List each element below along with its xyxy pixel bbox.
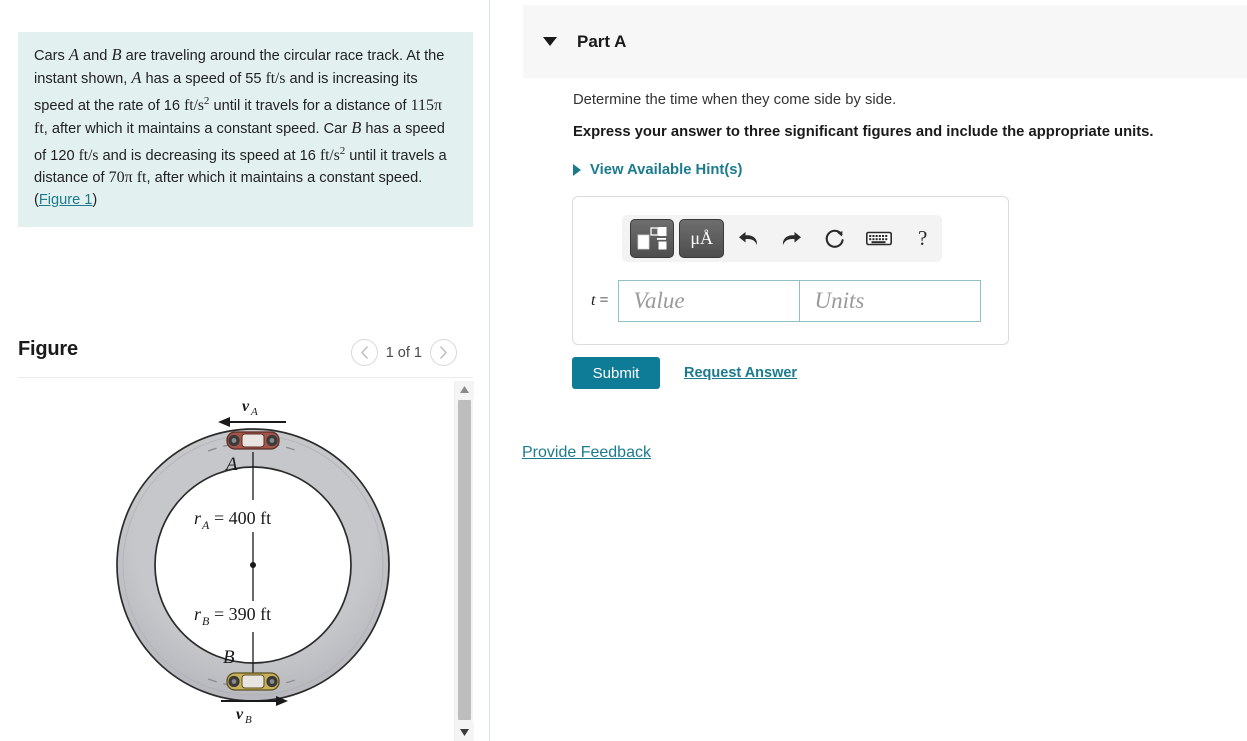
triangle-down-icon[interactable] — [543, 37, 557, 46]
figure-scrollbar-thumb[interactable] — [458, 400, 471, 720]
redo-arrow-glyph — [783, 231, 802, 245]
triangle-right-icon — [573, 164, 581, 176]
figure-link-close: ) — [92, 191, 98, 208]
reset-icon[interactable] — [816, 219, 855, 258]
car-a-glyph — [226, 431, 280, 450]
keyboard-icon[interactable] — [860, 219, 899, 258]
right-column: Part A Determine the time when they come… — [490, 0, 1247, 741]
velocity-b-label: v — [236, 706, 244, 723]
figure-next-button[interactable] — [430, 339, 457, 366]
velocity-a-label: v — [242, 398, 250, 415]
problem-text-segment: , after which it maintains a constant sp… — [43, 120, 352, 137]
figure-scrollbar[interactable] — [454, 381, 474, 741]
figure-pager: 1 of 1 — [350, 339, 457, 366]
problem-text-segment: and is decreasing its speed at 16 — [98, 147, 320, 164]
answer-toolbar: μÅ ? — [622, 215, 942, 262]
reset-circular-arrow-glyph — [826, 229, 845, 248]
figure-scroll-up-button[interactable] — [455, 381, 474, 398]
scroll-down-arrow-icon — [460, 729, 469, 736]
undo-icon[interactable] — [729, 219, 768, 258]
figure-prev-button[interactable] — [350, 339, 378, 366]
chevron-right-icon — [440, 346, 447, 359]
provide-feedback-link[interactable]: Provide Feedback — [522, 444, 651, 462]
radius-b-label: r — [194, 604, 202, 624]
problem-text-segment: ft/s — [319, 146, 340, 164]
figure-viewport: v A A r A = 400 ft r B = 390 ft B v B — [18, 380, 454, 741]
radius-b-value: = 390 ft — [214, 604, 271, 624]
radius-a-value: = 400 ft — [214, 508, 271, 528]
race-track-diagram: v A A r A = 400 ft r B = 390 ft B v B — [116, 398, 390, 726]
radius-a-label: r — [194, 508, 202, 528]
svg-text:B: B — [245, 714, 252, 726]
template-formula-icon[interactable] — [630, 219, 675, 258]
units-micro-angstrom-icon[interactable]: μÅ — [679, 219, 724, 258]
units-button-label: μÅ — [690, 228, 714, 248]
figure-pager-label: 1 of 1 — [385, 344, 422, 361]
problem-statement-box: Cars A and B are traveling around the ci… — [18, 32, 473, 227]
problem-text-segment: and — [78, 48, 112, 64]
answer-input-row: t = — [591, 280, 982, 322]
problem-text-segment: B — [351, 117, 362, 137]
left-column: Cars A and B are traveling around the ci… — [0, 0, 489, 741]
figure-scroll-down-button[interactable] — [455, 724, 474, 741]
view-hints-label: View Available Hint(s) — [590, 162, 743, 178]
template-formula-glyph — [637, 227, 667, 250]
svg-text:B: B — [202, 614, 210, 628]
undo-arrow-glyph — [738, 231, 757, 245]
part-a-header[interactable]: Part A — [523, 5, 1247, 78]
submit-button[interactable]: Submit — [572, 357, 660, 389]
help-icon[interactable]: ? — [903, 219, 942, 258]
problem-statement-text: Cars A and B are traveling around the ci… — [34, 44, 457, 211]
view-hints-link[interactable]: View Available Hint(s) — [573, 162, 742, 178]
problem-text-segment: B — [111, 45, 122, 64]
problem-text-segment: until it travels for a distance of — [209, 97, 411, 114]
problem-text-segment: has a speed of 55 — [141, 71, 266, 87]
chevron-left-icon — [360, 346, 368, 359]
problem-text-segment: ft/s — [78, 146, 99, 164]
scroll-up-arrow-icon — [460, 386, 469, 393]
redo-icon[interactable] — [773, 219, 812, 258]
answer-units-input[interactable] — [799, 280, 982, 322]
figure-1-link[interactable]: Figure 1 — [39, 192, 93, 208]
part-a-title: Part A — [577, 31, 627, 51]
problem-text-segment: , after which it maintains a constant sp… — [146, 169, 423, 186]
problem-text-segment: A — [131, 68, 142, 87]
figure-panel-title: Figure — [18, 338, 78, 360]
problem-text-segment: ft/s — [184, 96, 204, 114]
answer-entry-box: μÅ ? t = Value Units — [572, 196, 1009, 345]
figure-panel-header: Figure 1 of 1 — [18, 336, 473, 374]
figure-header-divider — [18, 377, 473, 378]
question-prompt: Determine the time when they come side b… — [573, 92, 897, 108]
problem-text-segment: Cars — [34, 48, 69, 64]
keyboard-glyph — [866, 231, 893, 246]
mastering-physics-problem-page: Cars A and B are traveling around the ci… — [0, 0, 1247, 741]
answer-value-input[interactable] — [618, 280, 800, 322]
label-a: A — [224, 454, 238, 475]
equation-label: t = — [591, 292, 609, 309]
label-b: B — [223, 647, 235, 668]
problem-text-segment: ft/s — [265, 70, 286, 87]
problem-text-segment: A — [68, 45, 79, 64]
answer-instruction: Express your answer to three significant… — [573, 124, 1154, 140]
car-b-glyph — [226, 672, 280, 691]
request-answer-link[interactable]: Request Answer — [684, 365, 797, 381]
svg-text:A: A — [250, 406, 258, 418]
problem-text-segment: 70π ft — [108, 168, 147, 186]
svg-text:A: A — [201, 518, 210, 532]
